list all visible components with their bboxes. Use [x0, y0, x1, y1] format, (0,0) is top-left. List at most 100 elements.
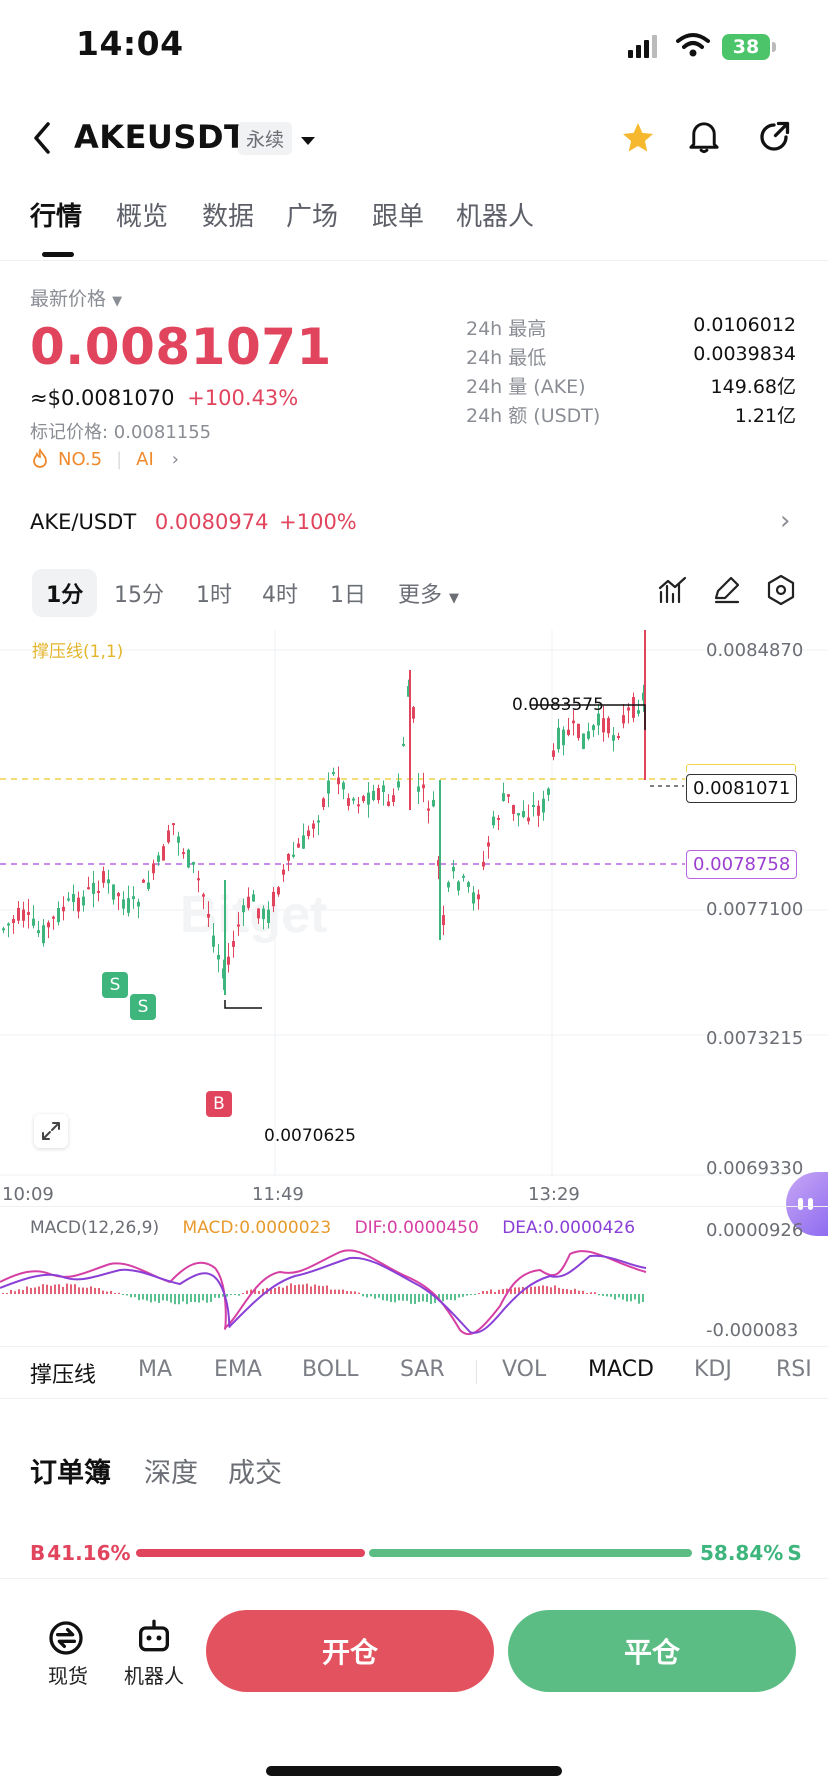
current-price-tag: 0.0081071 [686, 774, 798, 803]
favorite-star-icon[interactable] [620, 120, 656, 160]
candle-body [2, 928, 5, 931]
indicator-tab-support[interactable]: 撑压线 [30, 1357, 96, 1389]
timeframe-1m[interactable]: 1分 [32, 569, 98, 617]
macd-bar [298, 1284, 300, 1294]
timeframe-4h[interactable]: 4时 [262, 577, 298, 609]
macd-bar [178, 1294, 180, 1305]
candle-body [432, 799, 435, 807]
tab-depth[interactable]: 深度 [144, 1451, 198, 1490]
candle-body [327, 780, 330, 794]
candle-body [602, 718, 605, 733]
macd-bar [634, 1294, 636, 1300]
spot-label[interactable]: 现货 [48, 1660, 88, 1689]
macd-bar [258, 1290, 260, 1294]
tab-robot[interactable]: 机器人 [456, 196, 534, 233]
tab-square[interactable]: 广场 [286, 196, 338, 233]
timeframe-1d[interactable]: 1日 [330, 577, 366, 609]
macd-bar [342, 1289, 344, 1294]
macd-bar [614, 1294, 616, 1300]
macd-bar [362, 1294, 364, 1297]
expand-chart-icon[interactable] [34, 1114, 68, 1148]
robot-icon[interactable] [134, 1618, 178, 1662]
open-position-button[interactable]: 开仓 [206, 1610, 494, 1692]
indicator-tab-macd[interactable]: MACD [588, 1357, 654, 1382]
macd-bar [358, 1292, 360, 1294]
indicator-tab-kdj[interactable]: KDJ [694, 1357, 732, 1382]
timeframe-15m[interactable]: 15分 [114, 577, 164, 609]
candle-body [52, 916, 55, 919]
indicator-label: 撑压线(1,1) [32, 642, 124, 662]
macd-bar [146, 1294, 148, 1301]
spot-icon[interactable] [46, 1618, 90, 1662]
macd-bar [230, 1294, 232, 1295]
macd-params: MACD(12,26,9) [30, 1218, 160, 1238]
resistance-tag [686, 764, 796, 772]
indicator-tab-rsi[interactable]: RSI [776, 1357, 812, 1382]
robot-label[interactable]: 机器人 [124, 1660, 184, 1689]
spot-pair-row[interactable]: AKE/USDT 0.0080974 +100% [30, 510, 357, 534]
indicator-tab-sar[interactable]: SAR [400, 1357, 445, 1382]
indicator-tab-boll[interactable]: BOLL [302, 1357, 359, 1382]
usd-price: ≈$0.0081070 [30, 386, 175, 410]
timeframe-more[interactable]: 更多 ▼ [398, 577, 459, 609]
candle-body [62, 906, 65, 912]
tab-market[interactable]: 行情 [30, 196, 82, 233]
macd-bar [430, 1294, 432, 1304]
macd-bar [530, 1286, 532, 1294]
macd-bar [210, 1294, 212, 1302]
rank-row[interactable]: NO.5 | AI › [30, 448, 179, 470]
macd-bar [66, 1283, 68, 1294]
tab-copy-trade[interactable]: 跟单 [372, 196, 424, 233]
price-chart[interactable]: Bitget [0, 630, 828, 1190]
candle-body [342, 782, 345, 790]
macd-bar [638, 1294, 640, 1304]
macd-bar [290, 1283, 292, 1294]
macd-bar [106, 1291, 108, 1294]
ratio-bar-sell [369, 1549, 692, 1557]
draw-pen-icon[interactable] [712, 576, 742, 608]
battery-icon: 38 [722, 34, 776, 60]
macd-bar [426, 1294, 428, 1303]
macd-bar [14, 1291, 16, 1294]
close-position-button[interactable]: 平仓 [508, 1610, 796, 1692]
pair-title[interactable]: AKEUSDT [74, 118, 246, 156]
spot-change: +100% [279, 510, 357, 534]
macd-bar [278, 1286, 280, 1294]
latest-price-label[interactable]: 最新价格 ▼ [30, 284, 122, 311]
macd-bar [642, 1294, 644, 1303]
macd-bar [50, 1285, 52, 1294]
macd-bar [226, 1294, 228, 1297]
back-icon[interactable] [30, 120, 54, 160]
timeframe-1h[interactable]: 1时 [196, 577, 232, 609]
tab-overview[interactable]: 概览 [116, 196, 168, 233]
indicator-tab-ema[interactable]: EMA [214, 1357, 262, 1382]
macd-bar [378, 1294, 380, 1298]
indicator-tab-ma[interactable]: MA [138, 1357, 172, 1382]
candle-body [567, 729, 570, 735]
chevron-right-icon[interactable]: › [780, 506, 790, 536]
pair-dropdown-icon[interactable] [300, 132, 316, 151]
chart-settings-icon[interactable] [766, 574, 796, 610]
y-axis-label: 0.0084870 [706, 640, 804, 661]
candle-body [517, 813, 520, 816]
candle-body [297, 843, 300, 848]
support-price-tag: 0.0078758 [686, 850, 798, 879]
macd-bar [62, 1286, 64, 1294]
macd-bar [110, 1290, 112, 1294]
dea-value: DEA:0.0000426 [502, 1218, 636, 1238]
divider [0, 1206, 828, 1207]
y-axis-label: 0.0069330 [706, 1158, 804, 1179]
candle-body [32, 918, 35, 926]
bell-icon[interactable] [686, 118, 722, 160]
indicator-tab-vol[interactable]: VOL [502, 1357, 546, 1382]
share-icon[interactable] [756, 118, 792, 160]
macd-bar [38, 1286, 40, 1294]
dif-value: DIF:0.0000450 [354, 1218, 479, 1238]
tab-orderbook[interactable]: 订单簿 [30, 1451, 111, 1490]
candle-body [472, 892, 475, 904]
tab-data[interactable]: 数据 [202, 196, 254, 233]
ratio-bar-buy [136, 1549, 365, 1557]
indicator-settings-icon[interactable] [658, 576, 688, 608]
macd-bar [394, 1294, 396, 1303]
tab-trades[interactable]: 成交 [228, 1451, 282, 1490]
